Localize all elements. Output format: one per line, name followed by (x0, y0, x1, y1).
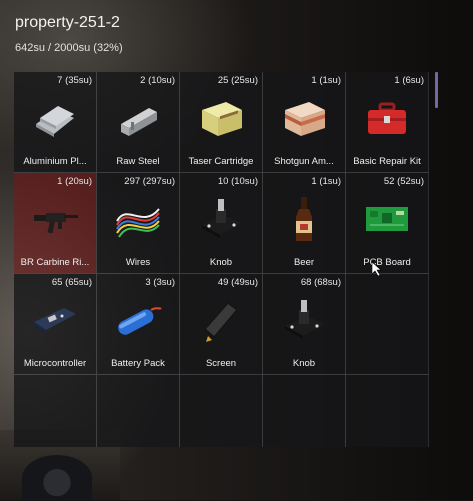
item-quantity: 7 (35su) (57, 75, 92, 86)
item-name: PCB Board (363, 257, 411, 268)
item-name: Knob (292, 358, 316, 369)
empty-slot[interactable] (345, 273, 429, 375)
item-name: Basic Repair Kit (353, 156, 421, 167)
item-quantity: 297 (297su) (124, 176, 175, 187)
item-name: Aluminium Pl... (23, 156, 87, 167)
repair-kit-icon (368, 102, 406, 134)
inventory-slot[interactable]: 65 (65su) Microcontroller (14, 273, 97, 375)
empty-slot[interactable] (262, 374, 346, 447)
item-name: Shotgun Am... (274, 156, 334, 167)
inventory-slot[interactable]: 2 (10su) Raw Steel (96, 72, 180, 173)
inventory-slot[interactable]: 297 (297su) Wires (96, 172, 180, 274)
empty-slot[interactable] (96, 374, 180, 447)
inventory-slot[interactable]: 10 (10su) Knob (179, 172, 263, 274)
inventory-capacity: 642su / 2000su (32%) (15, 42, 123, 54)
knob-icon (202, 199, 242, 238)
inventory-slot[interactable]: 68 (68su) Knob (262, 273, 346, 375)
mouse-cursor-icon (372, 262, 382, 276)
item-quantity: 1 (6su) (394, 75, 424, 86)
item-name: Knob (209, 257, 233, 268)
inventory-slot[interactable]: 1 (6su) Basic Repair Kit (345, 72, 429, 173)
inventory-slot[interactable]: 1 (1su) Shotgun Am... (262, 72, 346, 173)
item-name: BR Carbine Ri... (20, 257, 90, 268)
wires-icon (116, 208, 160, 238)
background-wheel (22, 455, 92, 501)
battery-pack-icon (118, 307, 162, 335)
inventory-grid: 7 (35su) Aluminium Pl... 2 (10su) Raw St… (14, 72, 432, 447)
item-name: Beer (293, 257, 315, 268)
inventory-slot[interactable]: 49 (49su) Screen (179, 273, 263, 375)
item-quantity: 1 (1su) (311, 176, 341, 187)
item-name: Taser Cartridge (188, 156, 254, 167)
item-quantity: 49 (49su) (217, 277, 258, 288)
item-name: Screen (205, 358, 237, 369)
empty-slot[interactable] (345, 374, 429, 447)
knob-icon (285, 300, 325, 339)
taser-cartridge-icon (202, 102, 242, 136)
inventory-slot[interactable]: 1 (20su) BR Carbine Ri... (14, 172, 97, 274)
raw-steel-icon (121, 108, 157, 136)
aluminium-plate-icon (36, 106, 74, 137)
item-quantity: 1 (1su) (311, 75, 341, 86)
item-name: Wires (125, 257, 151, 268)
inventory-slot[interactable]: 52 (52su) PCB Board (345, 172, 429, 274)
item-quantity: 68 (68su) (300, 277, 341, 288)
screen-icon (204, 302, 238, 342)
beer-icon (296, 197, 312, 241)
item-quantity: 3 (3su) (145, 277, 175, 288)
microcontroller-icon (34, 308, 76, 334)
carbine-rifle-icon (34, 213, 78, 234)
item-quantity: 10 (10su) (217, 176, 258, 187)
empty-slot[interactable] (179, 374, 263, 447)
item-quantity: 2 (10su) (140, 75, 175, 86)
inventory-slot[interactable]: 7 (35su) Aluminium Pl... (14, 72, 97, 173)
item-quantity: 1 (20su) (57, 176, 92, 187)
inventory-slot[interactable]: 1 (1su) Beer (262, 172, 346, 274)
inventory-slot[interactable]: 3 (3su) Battery Pack (96, 273, 180, 375)
empty-slot[interactable] (14, 374, 97, 447)
item-quantity: 25 (25su) (217, 75, 258, 86)
inventory-slot[interactable]: 25 (25su) Taser Cartridge (179, 72, 263, 173)
item-name: Battery Pack (111, 358, 165, 369)
item-name: Raw Steel (116, 156, 160, 167)
inventory-scrollbar[interactable] (435, 72, 438, 108)
item-quantity: 52 (52su) (383, 176, 424, 187)
inventory-title: property-251-2 (15, 14, 120, 31)
pcb-board-icon (366, 207, 408, 231)
item-quantity: 65 (65su) (51, 277, 92, 288)
item-name: Microcontroller (23, 358, 87, 369)
shotgun-ammo-icon (285, 102, 325, 136)
